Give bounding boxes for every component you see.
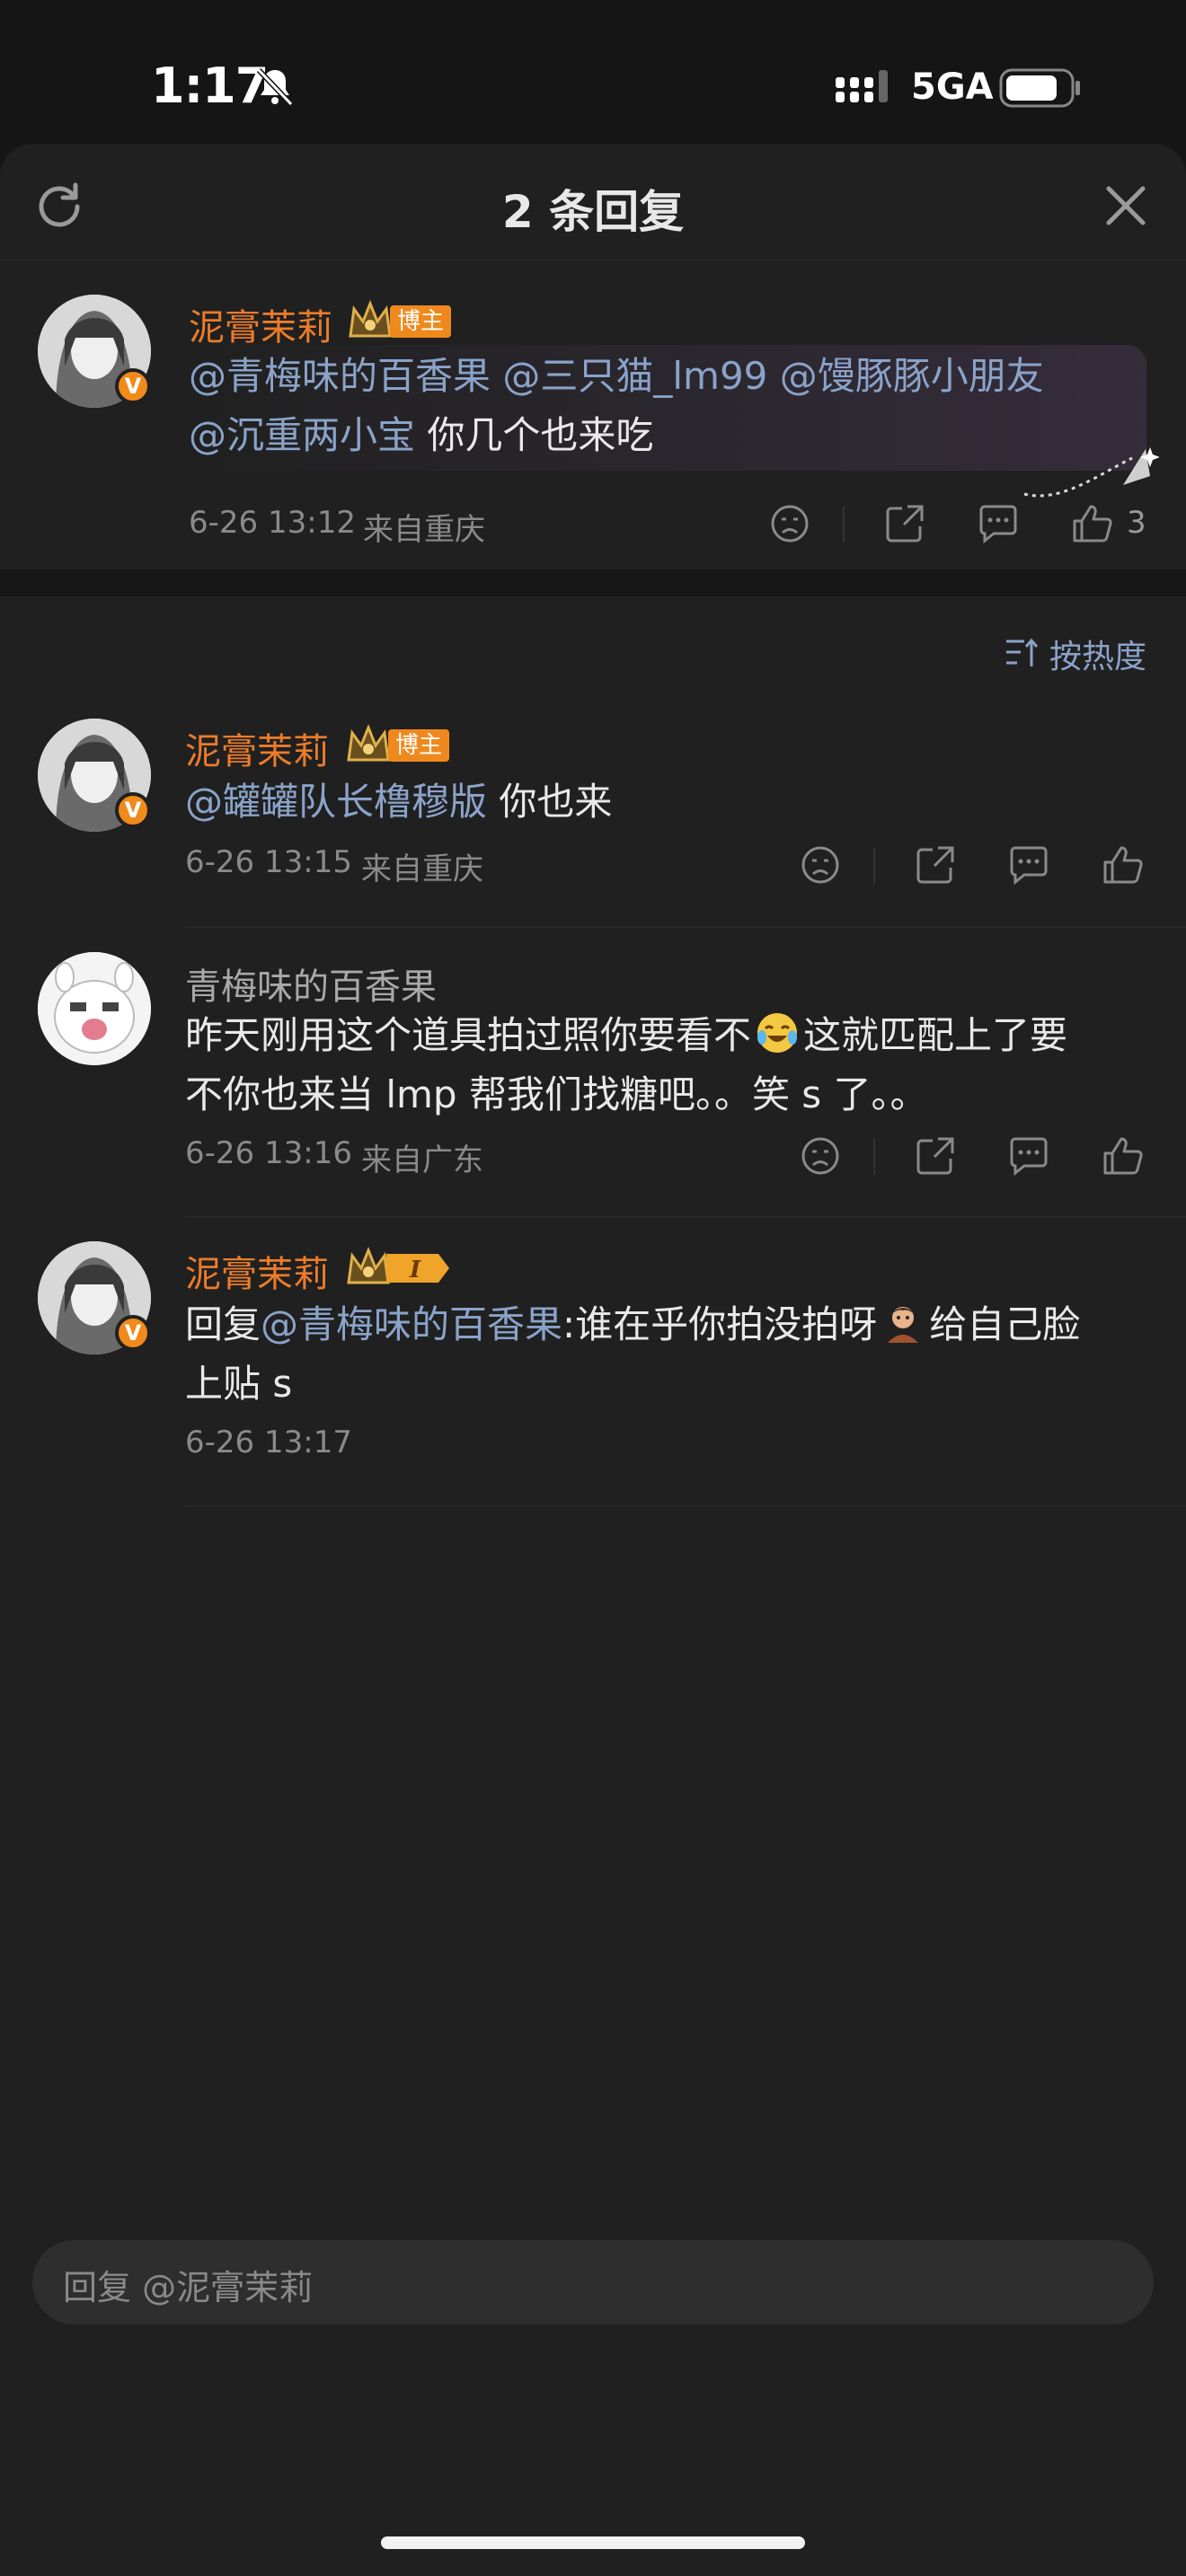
replies-sheet: 2 条回复 V 泥膏茉莉 博主 @青梅味的百香果 @三只猫_lm99 @馒豚豚小… (0, 144, 1186, 2576)
comment-body: 你几个也来吃 (427, 413, 654, 457)
status-time: 1:17 (151, 57, 269, 114)
dislike-icon[interactable] (798, 1134, 843, 1178)
sort-label: 按热度 (1049, 639, 1147, 675)
reply-item: V 泥膏茉莉 博主 @罐罐队长橹穆版 你也来 6-26 13:15 来自重庆 (0, 719, 1186, 988)
author-name[interactable]: 泥膏茉莉 (185, 1245, 329, 1297)
author-tag: 博主 (388, 729, 450, 762)
reply-input[interactable]: 回复 @泥膏茉莉 (32, 2240, 1154, 2325)
reply-input-placeholder: 回复 @泥膏茉莉 (63, 2268, 314, 2307)
reply-time: 6-26 13:16 (185, 1135, 352, 1171)
dislike-icon[interactable] (798, 842, 843, 887)
mention-link[interactable]: @沉重两小宝 (189, 413, 415, 457)
person-emoji-icon (888, 1307, 919, 1343)
share-icon[interactable] (913, 842, 958, 887)
verified-badge-icon: V (115, 792, 151, 828)
reply-body: 这就匹配上了要 (803, 1013, 1068, 1057)
reply-text: 昨天刚用这个道具拍过照你要看不 这就匹配上了要 不你也来当 lmp 帮我们找糖吧。… (185, 1006, 1164, 1125)
author-name[interactable]: 泥膏茉莉 (189, 298, 332, 350)
sheet-title: 2 条回复 (501, 186, 685, 238)
share-icon[interactable] (913, 1134, 958, 1178)
comment-icon[interactable] (1006, 1134, 1051, 1178)
status-bar: 1:17 5GA (0, 0, 1186, 144)
verified-badge-icon: V (115, 368, 151, 404)
reply-body: 你也来 (487, 780, 613, 824)
like-icon[interactable] (1100, 1134, 1145, 1178)
row-divider (185, 927, 1186, 928)
mention-link[interactable]: @青梅味的百香果 (261, 1302, 562, 1346)
reply-location: 来自重庆 (361, 851, 483, 887)
root-comment: V 泥膏茉莉 博主 @青梅味的百香果 @三只猫_lm99 @馒豚豚小朋友 @沉重… (0, 260, 1186, 569)
svg-text:I: I (409, 1257, 421, 1284)
mention-link[interactable]: @青梅味的百香果 (189, 354, 491, 398)
like-icon[interactable] (1069, 501, 1114, 546)
reply-prefix: 回复 (185, 1302, 261, 1346)
reply-body: 上贴 s (185, 1362, 293, 1406)
reply-item: 青梅味的百香果 昨天刚用这个道具拍过照你要看不 这就匹配上了要 不你也来当 lmp… (0, 952, 1186, 1248)
comment-location: 来自重庆 (363, 512, 485, 548)
row-divider (185, 1505, 1186, 1506)
author-name[interactable]: 泥膏茉莉 (185, 722, 329, 774)
level-badge-icon: I (386, 1254, 449, 1284)
reply-actions (798, 842, 1157, 893)
crying-laughing-emoji-icon (757, 1013, 798, 1053)
reply-text: @罐罐队长橹穆版 你也来 (185, 772, 1155, 832)
reply-time: 6-26 13:17 (185, 1425, 352, 1460)
reply-actions (798, 1134, 1157, 1184)
bell-muted-icon (256, 67, 294, 107)
signal-icon (836, 70, 888, 102)
like-count: 3 (1127, 505, 1146, 541)
avatar[interactable] (38, 952, 151, 1065)
crown-icon (349, 300, 392, 338)
crown-icon (347, 724, 390, 762)
reply-body: 给自己脸 (929, 1302, 1081, 1346)
mention-link[interactable]: @馒豚豚小朋友 (780, 354, 1044, 398)
home-indicator[interactable] (381, 2536, 805, 2549)
comment-actions: 3 (767, 501, 1163, 551)
reply-location: 来自广东 (361, 1142, 483, 1178)
comment-icon[interactable] (976, 501, 1021, 546)
battery-icon (999, 68, 1080, 108)
close-icon[interactable] (1102, 181, 1150, 230)
row-divider (185, 1216, 1186, 1217)
like-icon[interactable] (1100, 842, 1145, 887)
mention-link[interactable]: @三只猫_lm99 (502, 354, 767, 398)
comment-time: 6-26 13:12 (189, 505, 356, 541)
network-type: 5GA (911, 66, 994, 108)
reply-time: 6-26 13:15 (185, 844, 352, 880)
reply-body: 昨天刚用这个道具拍过照你要看不 (185, 1013, 752, 1057)
author-name[interactable]: 青梅味的百香果 (185, 957, 437, 1010)
sheet-header: 2 条回复 (0, 144, 1186, 260)
comment-icon[interactable] (1006, 842, 1051, 887)
reply-body: :谁在乎你拍没拍呀 (562, 1302, 878, 1346)
reply-body: 不你也来当 lmp 帮我们找糖吧。。笑 s 了。。 (185, 1072, 928, 1116)
mention-link[interactable]: @罐罐队长橹穆版 (185, 780, 487, 824)
reply-item: V 泥膏茉莉 I 回复@青梅味的百香果:谁在乎你拍没拍呀 给自己脸 上贴 s 6-… (0, 1241, 1186, 1511)
verified-badge-icon: V (115, 1315, 151, 1351)
author-tag: 博主 (390, 305, 452, 338)
share-icon[interactable] (882, 501, 927, 546)
comment-text: @青梅味的百香果 @三只猫_lm99 @馒豚豚小朋友 @沉重两小宝 你几个也来吃 (189, 347, 1141, 465)
dislike-icon[interactable] (767, 501, 812, 546)
sort-icon (1006, 638, 1039, 666)
reply-text: 回复@青梅味的百香果:谁在乎你拍没拍呀 给自己脸 上贴 s (185, 1295, 1164, 1414)
section-divider (0, 569, 1186, 596)
